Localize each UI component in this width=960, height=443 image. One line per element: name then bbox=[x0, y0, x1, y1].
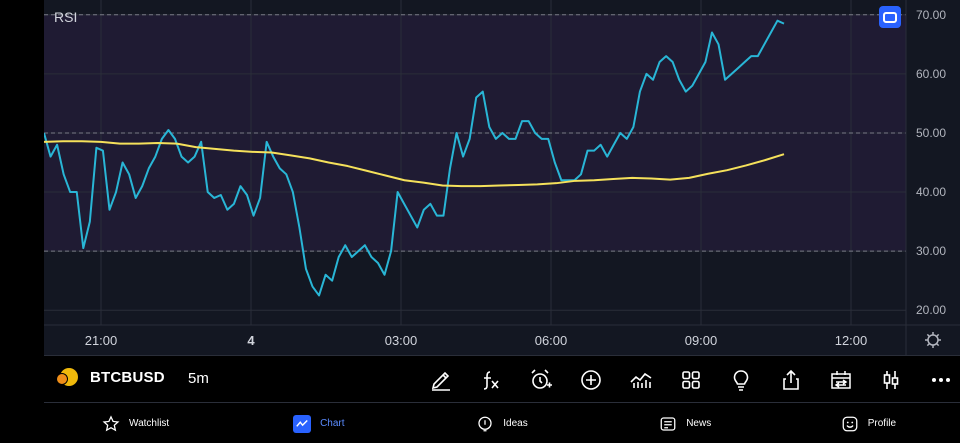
add-alert-button[interactable] bbox=[516, 366, 566, 394]
rsi-chart[interactable]: 70.00 60.00 50.00 40.00 30.00 20.00 21:00 4 03:0… bbox=[44, 0, 960, 355]
candles-icon bbox=[883, 371, 899, 389]
tool-buttons bbox=[416, 366, 960, 394]
more-icon bbox=[932, 378, 950, 382]
symbol-selector[interactable]: BTCBUSD bbox=[56, 368, 165, 386]
star-icon bbox=[102, 414, 120, 431]
nav-watchlist[interactable]: Watchlist bbox=[44, 404, 227, 443]
interval-selector[interactable]: 5m bbox=[188, 370, 209, 387]
bottom-nav: Watchlist Chart Ideas News Profile bbox=[44, 404, 960, 443]
news-icon bbox=[660, 416, 676, 431]
alarm-add-icon bbox=[531, 369, 552, 389]
layout-button[interactable] bbox=[666, 366, 716, 394]
more-button[interactable] bbox=[916, 366, 960, 394]
chart-toolbar: BTCBUSD 5m bbox=[44, 355, 960, 403]
x-tick-label: 09:00 bbox=[685, 333, 718, 348]
nav-chart[interactable]: Chart bbox=[227, 404, 410, 443]
candles-button[interactable] bbox=[866, 366, 916, 394]
fullscreen-icon bbox=[883, 11, 897, 23]
x-tick-label: 12:00 bbox=[835, 333, 868, 348]
settings-gear-tooth bbox=[926, 333, 930, 337]
ideas-bulb-icon bbox=[478, 416, 492, 431]
fullscreen-button[interactable] bbox=[879, 6, 901, 28]
indicators-button[interactable] bbox=[466, 366, 516, 394]
nav-profile-label: Profile bbox=[867, 418, 897, 429]
ideas-tool-button[interactable] bbox=[716, 366, 766, 394]
nav-news[interactable]: News bbox=[594, 404, 777, 443]
nav-watchlist-label: Watchlist bbox=[129, 418, 170, 429]
share-icon bbox=[783, 369, 799, 390]
chart-tab-icon bbox=[293, 414, 312, 433]
y-tick-label: 50.00 bbox=[916, 126, 946, 140]
nav-ideas[interactable]: Ideas bbox=[410, 404, 593, 443]
coin-icon bbox=[56, 368, 78, 386]
add-button[interactable] bbox=[566, 366, 616, 394]
nav-news-label: News bbox=[686, 418, 712, 429]
grid-icon bbox=[682, 371, 700, 389]
y-tick-label: 40.00 bbox=[916, 185, 946, 199]
compare-button[interactable] bbox=[816, 366, 866, 394]
line-chart-icon bbox=[296, 419, 308, 427]
indicator-label: RSI bbox=[54, 9, 78, 25]
chart-type-button[interactable] bbox=[616, 366, 666, 394]
chart-svg[interactable]: 70.00 60.00 50.00 40.00 30.00 20.00 21:00 4 03:0… bbox=[44, 0, 960, 355]
function-icon bbox=[483, 371, 499, 390]
smiley-icon bbox=[842, 416, 858, 431]
nav-chart-label: Chart bbox=[320, 418, 345, 429]
x-tick-label: 06:00 bbox=[535, 333, 568, 348]
settings-gear-tooth bbox=[926, 343, 930, 347]
draw-tool-button[interactable] bbox=[416, 366, 466, 394]
plus-circle-icon bbox=[581, 370, 601, 390]
indicators-chart-icon bbox=[630, 372, 652, 388]
settings-gear-tooth bbox=[936, 333, 940, 337]
x-tick-label: 4 bbox=[247, 333, 255, 348]
y-tick-label: 20.00 bbox=[916, 303, 946, 317]
share-button[interactable] bbox=[766, 366, 816, 394]
calendar-swap-icon bbox=[831, 371, 851, 389]
settings-gear-icon bbox=[927, 334, 939, 346]
pen-icon bbox=[431, 371, 450, 391]
y-tick-label: 60.00 bbox=[916, 67, 946, 81]
y-tick-label: 70.00 bbox=[916, 8, 946, 22]
nav-ideas-label: Ideas bbox=[503, 418, 528, 429]
y-tick-label: 30.00 bbox=[916, 244, 946, 258]
symbol-name: BTCBUSD bbox=[90, 368, 165, 386]
lightbulb-icon bbox=[733, 370, 749, 391]
settings-gear-tooth bbox=[936, 343, 940, 347]
x-tick-label: 03:00 bbox=[385, 333, 418, 348]
x-tick-label: 21:00 bbox=[85, 333, 118, 348]
nav-profile[interactable]: Profile bbox=[777, 404, 960, 443]
